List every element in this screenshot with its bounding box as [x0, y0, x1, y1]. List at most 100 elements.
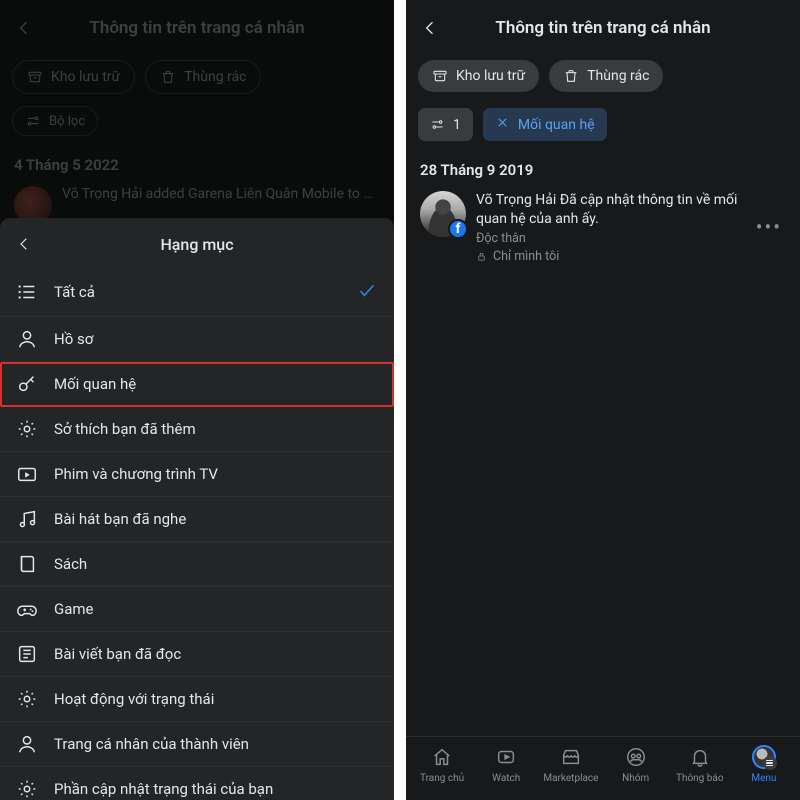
sheet-item[interactable]: Trang cá nhân của thành viên: [0, 722, 394, 767]
sheet-item-label: Phim và chương trình TV: [54, 465, 378, 483]
tv-icon: [16, 463, 38, 485]
sheet-item-label: Bài viết bạn đã đọc: [54, 645, 378, 663]
tab-label: Nhóm: [622, 773, 649, 784]
post-status: Độc thân: [476, 231, 742, 246]
filter-tag-chip[interactable]: Mối quan hệ: [483, 108, 607, 141]
home-icon: [430, 745, 454, 769]
trash-icon: [563, 68, 579, 84]
facebook-badge-icon: f: [448, 219, 468, 239]
archive-label: Kho lưu trữ: [456, 68, 525, 84]
member-icon: [16, 733, 38, 755]
archive-button[interactable]: Kho lưu trữ: [12, 60, 135, 94]
sheet-item[interactable]: Hồ sơ: [0, 317, 394, 362]
key-icon: [16, 373, 38, 395]
filter-label: Bộ lọc: [49, 114, 85, 129]
tab-home[interactable]: Trang chủ: [415, 745, 469, 784]
tab-watch[interactable]: Watch: [479, 745, 533, 784]
archive-icon: [432, 68, 448, 84]
trash-button[interactable]: Thùng rác: [145, 60, 261, 94]
watch-icon: [494, 745, 518, 769]
profile-icon: [16, 328, 38, 350]
filter-tag-label: Mối quan hệ: [518, 117, 595, 133]
gear-icon: [16, 418, 38, 440]
sheet-item[interactable]: Tất cả: [0, 268, 394, 317]
tab-label: Menu: [751, 773, 776, 784]
filter-button[interactable]: Bộ lọc: [12, 106, 98, 136]
sheet-item[interactable]: Hoạt động với trạng thái: [0, 677, 394, 722]
game-icon: [16, 598, 38, 620]
sheet-item[interactable]: Phần cập nhật trạng thái của bạn: [0, 767, 394, 800]
bottom-tabbar: Trang chủ Watch Marketplace Nhóm Thông b…: [406, 736, 800, 800]
tab-label: Thông báo: [676, 773, 724, 784]
marketplace-icon: [559, 745, 583, 769]
filter-row: Bộ lọc: [0, 106, 394, 148]
action-pills: Kho lưu trữ Thùng rác: [406, 54, 800, 104]
sheet-item-label: Bài hát bạn đã nghe: [54, 510, 378, 528]
trash-label: Thùng rác: [587, 68, 649, 84]
category-sheet: Hạng mục Tất cả Hồ sơ Mối quan hệ Sở thích …: [0, 218, 394, 800]
header: Thông tin trên trang cá nhân: [406, 0, 800, 54]
sheet-item[interactable]: Bài hát bạn đã nghe: [0, 497, 394, 542]
page-title: Thông tin trên trang cá nhân: [10, 18, 384, 38]
avatar-wrap: f: [420, 191, 466, 237]
menu-avatar-icon: [752, 745, 776, 769]
post-row[interactable]: f Võ Trọng Hải Đã cập nhật thông tin về …: [406, 183, 800, 272]
right-screenshot: Thông tin trên trang cá nhân Kho lưu trữ…: [406, 0, 800, 800]
music-icon: [16, 508, 38, 530]
list-icon: [16, 281, 38, 303]
bg-post-text: Võ Trọng Hải added Garena Liên Quân Mobi…: [62, 186, 380, 202]
sheet-item[interactable]: Phim và chương trình TV: [0, 452, 394, 497]
sheet-item-label: Tất cả: [54, 283, 340, 301]
post-privacy: Chỉ mình tôi: [476, 249, 742, 264]
trash-label: Thùng rác: [184, 69, 246, 85]
book-icon: [16, 553, 38, 575]
sheet-item[interactable]: Bài viết bạn đã đọc: [0, 632, 394, 677]
archive-icon: [27, 69, 43, 85]
filter-count-chip[interactable]: 1: [418, 108, 473, 141]
close-icon: [495, 115, 510, 134]
tab-label: Watch: [492, 773, 520, 784]
sheet-title: Hạng mục: [10, 235, 384, 254]
sheet-item-label: Mối quan hệ: [54, 375, 378, 393]
tab-label: Marketplace: [543, 773, 598, 784]
tab-groups[interactable]: Nhóm: [609, 745, 663, 784]
trash-button[interactable]: Thùng rác: [549, 60, 663, 92]
status-gear-icon: [16, 778, 38, 800]
section-date: 4 Tháng 5 2022: [0, 148, 394, 178]
sheet-item[interactable]: Mối quan hệ: [0, 362, 394, 407]
sheet-item-label: Sở thích bạn đã thêm: [54, 420, 378, 438]
check-icon: [356, 279, 378, 305]
sheet-item-label: Hồ sơ: [54, 330, 378, 348]
filter-count: 1: [453, 117, 461, 133]
sheet-item-label: Game: [54, 600, 378, 618]
tab-notifications[interactable]: Thông báo: [673, 745, 727, 784]
section-date: 28 Tháng 9 2019: [406, 153, 800, 183]
archive-button[interactable]: Kho lưu trữ: [418, 60, 539, 92]
sheet-list[interactable]: Tất cả Hồ sơ Mối quan hệ Sở thích bạn đã th…: [0, 268, 394, 800]
sheet-item[interactable]: Game: [0, 587, 394, 632]
more-button[interactable]: •••: [752, 215, 786, 239]
tab-marketplace[interactable]: Marketplace: [543, 745, 598, 784]
groups-icon: [624, 745, 648, 769]
bell-icon: [688, 745, 712, 769]
sheet-item-label: Hoạt động với trạng thái: [54, 690, 378, 708]
tab-menu[interactable]: Menu: [737, 745, 791, 784]
privacy-label: Chỉ mình tôi: [493, 249, 559, 264]
tab-label: Trang chủ: [420, 773, 464, 784]
header: Thông tin trên trang cá nhân: [0, 0, 394, 54]
sliders-icon: [25, 113, 41, 129]
activity-gear-icon: [16, 688, 38, 710]
sheet-item-label: Phần cập nhật trạng thái của bạn: [54, 780, 378, 798]
archive-label: Kho lưu trữ: [51, 69, 120, 85]
post-text: Võ Trọng Hải Đã cập nhật thông tin về mố…: [476, 191, 742, 264]
left-screenshot: Thông tin trên trang cá nhân Kho lưu trữ…: [0, 0, 394, 800]
action-pills: Kho lưu trữ Thùng rác: [0, 54, 394, 106]
sheet-header: Hạng mục: [0, 218, 394, 268]
sliders-icon: [430, 117, 445, 132]
sheet-item-label: Sách: [54, 555, 378, 573]
lock-icon: [476, 251, 487, 262]
sheet-item[interactable]: Sách: [0, 542, 394, 587]
post-description: Võ Trọng Hải Đã cập nhật thông tin về mố…: [476, 191, 742, 229]
sheet-item[interactable]: Sở thích bạn đã thêm: [0, 407, 394, 452]
active-filters: 1 Mối quan hệ: [406, 104, 800, 153]
